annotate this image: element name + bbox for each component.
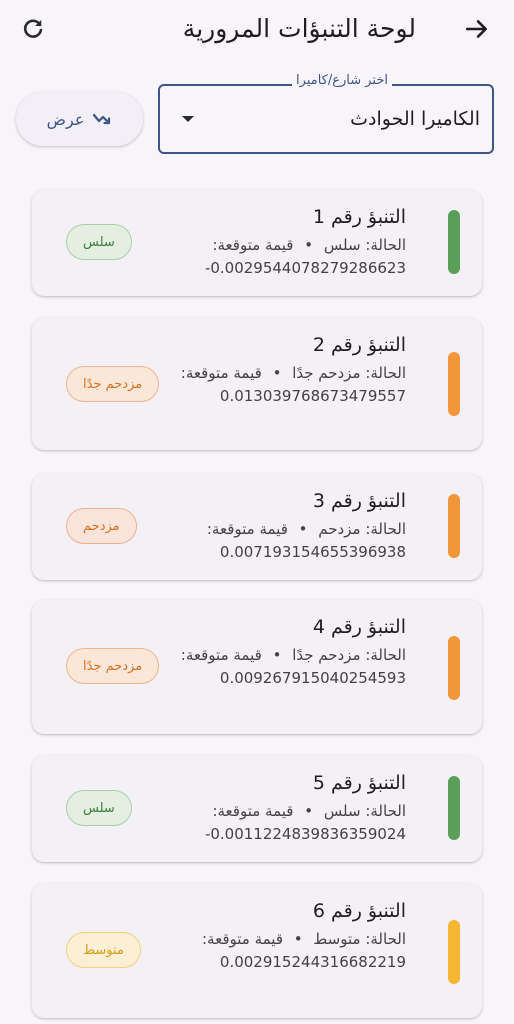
prediction-card: التنبؤ رقم 1 الحالة: سلس • قيمة متوقعة: … (32, 190, 482, 296)
prediction-title: التنبؤ رقم 3 (312, 490, 406, 512)
status-indicator-bar (448, 636, 460, 700)
prediction-details: الحالة: سلس • قيمة متوقعة: -0.0029544078… (160, 234, 406, 280)
status-prefix: الحالة: (365, 364, 406, 382)
camera-select-value: الكاميرا الحوادث (350, 108, 480, 130)
status-indicator-bar (448, 776, 460, 840)
status-value: سلس (323, 236, 361, 254)
status-prefix: الحالة: (365, 236, 406, 254)
status-badge: مزدحم (66, 508, 137, 544)
caret-down-icon (182, 116, 194, 122)
expected-value: -0.0029544078279286623 (204, 259, 406, 277)
separator-dot: • (272, 364, 282, 382)
prediction-details: الحالة: مزدحم جدًا • قيمة متوقعة: 0.0092… (160, 644, 406, 690)
separator-dot: • (304, 236, 314, 254)
status-badge: سلس (66, 224, 132, 260)
prediction-title: التنبؤ رقم 4 (312, 616, 406, 638)
separator-dot: • (293, 930, 303, 948)
camera-select-label: اختر شارع/كاميرا (292, 72, 392, 90)
show-button-label: عرض (46, 109, 85, 129)
expected-label: قيمة متوقعة: (180, 646, 262, 664)
prediction-card: التنبؤ رقم 6 الحالة: متوسط • قيمة متوقعة… (32, 884, 482, 1018)
show-button[interactable]: عرض (16, 92, 143, 146)
refresh-button[interactable] (14, 10, 52, 48)
status-value: مزدحم جدًا (292, 646, 361, 664)
status-badge: مزدحم جدًا (66, 648, 160, 684)
expected-value: 0.002915244316682219 (219, 953, 406, 971)
status-indicator-bar (448, 352, 460, 416)
prediction-card: التنبؤ رقم 5 الحالة: سلس • قيمة متوقعة: … (32, 756, 482, 862)
prediction-card: التنبؤ رقم 4 الحالة: مزدحم جدًا • قيمة م… (32, 600, 482, 734)
status-prefix: الحالة: (365, 646, 406, 664)
prediction-title: التنبؤ رقم 5 (312, 772, 406, 794)
status-value: مزدحم (318, 520, 361, 538)
prediction-title: التنبؤ رقم 2 (312, 334, 406, 356)
separator-dot: • (298, 520, 308, 538)
prediction-details: الحالة: سلس • قيمة متوقعة: -0.0011224839… (160, 800, 406, 846)
prediction-details: الحالة: مزدحم جدًا • قيمة متوقعة: 0.0130… (160, 362, 406, 408)
expected-label: قيمة متوقعة: (202, 930, 283, 948)
trend-down-icon (93, 113, 111, 125)
page-title: لوحة التنبؤات المرورية (182, 14, 416, 43)
status-badge: سلس (66, 790, 132, 826)
expected-value: -0.0011224839836359024 (204, 825, 406, 843)
expected-label: قيمة متوقعة: (180, 364, 262, 382)
status-indicator-bar (448, 494, 460, 558)
status-value: سلس (323, 802, 361, 820)
status-prefix: الحالة: (365, 520, 406, 538)
prediction-details: الحالة: متوسط • قيمة متوقعة: 0.002915244… (160, 928, 406, 974)
status-value: مزدحم جدًا (292, 364, 361, 382)
prediction-card: التنبؤ رقم 2 الحالة: مزدحم جدًا • قيمة م… (32, 318, 482, 450)
status-indicator-bar (448, 210, 460, 274)
expected-value: 0.009267915040254593 (219, 669, 406, 687)
expected-label: قيمة متوقعة: (212, 802, 294, 820)
separator-dot: • (272, 646, 282, 664)
expected-value: 0.013039768673479557 (219, 387, 406, 405)
status-indicator-bar (448, 920, 460, 984)
prediction-details: الحالة: مزدحم • قيمة متوقعة: 0.007193154… (160, 518, 406, 564)
status-prefix: الحالة: (365, 802, 406, 820)
expected-label: قيمة متوقعة: (206, 520, 288, 538)
prediction-title: التنبؤ رقم 6 (312, 900, 406, 922)
expected-label: قيمة متوقعة: (212, 236, 294, 254)
arrow-forward-icon (465, 20, 487, 38)
expected-value: 0.007193154655396938 (219, 543, 406, 561)
prediction-title: التنبؤ رقم 1 (312, 206, 406, 228)
status-value: متوسط (313, 930, 361, 948)
status-badge: مزدحم جدًا (66, 366, 160, 402)
back-button[interactable] (458, 10, 496, 48)
status-badge: متوسط (66, 932, 141, 968)
status-prefix: الحالة: (365, 930, 406, 948)
refresh-icon (23, 19, 43, 38)
separator-dot: • (304, 802, 314, 820)
prediction-card: التنبؤ رقم 3 الحالة: مزدحم • قيمة متوقعة… (32, 474, 482, 580)
